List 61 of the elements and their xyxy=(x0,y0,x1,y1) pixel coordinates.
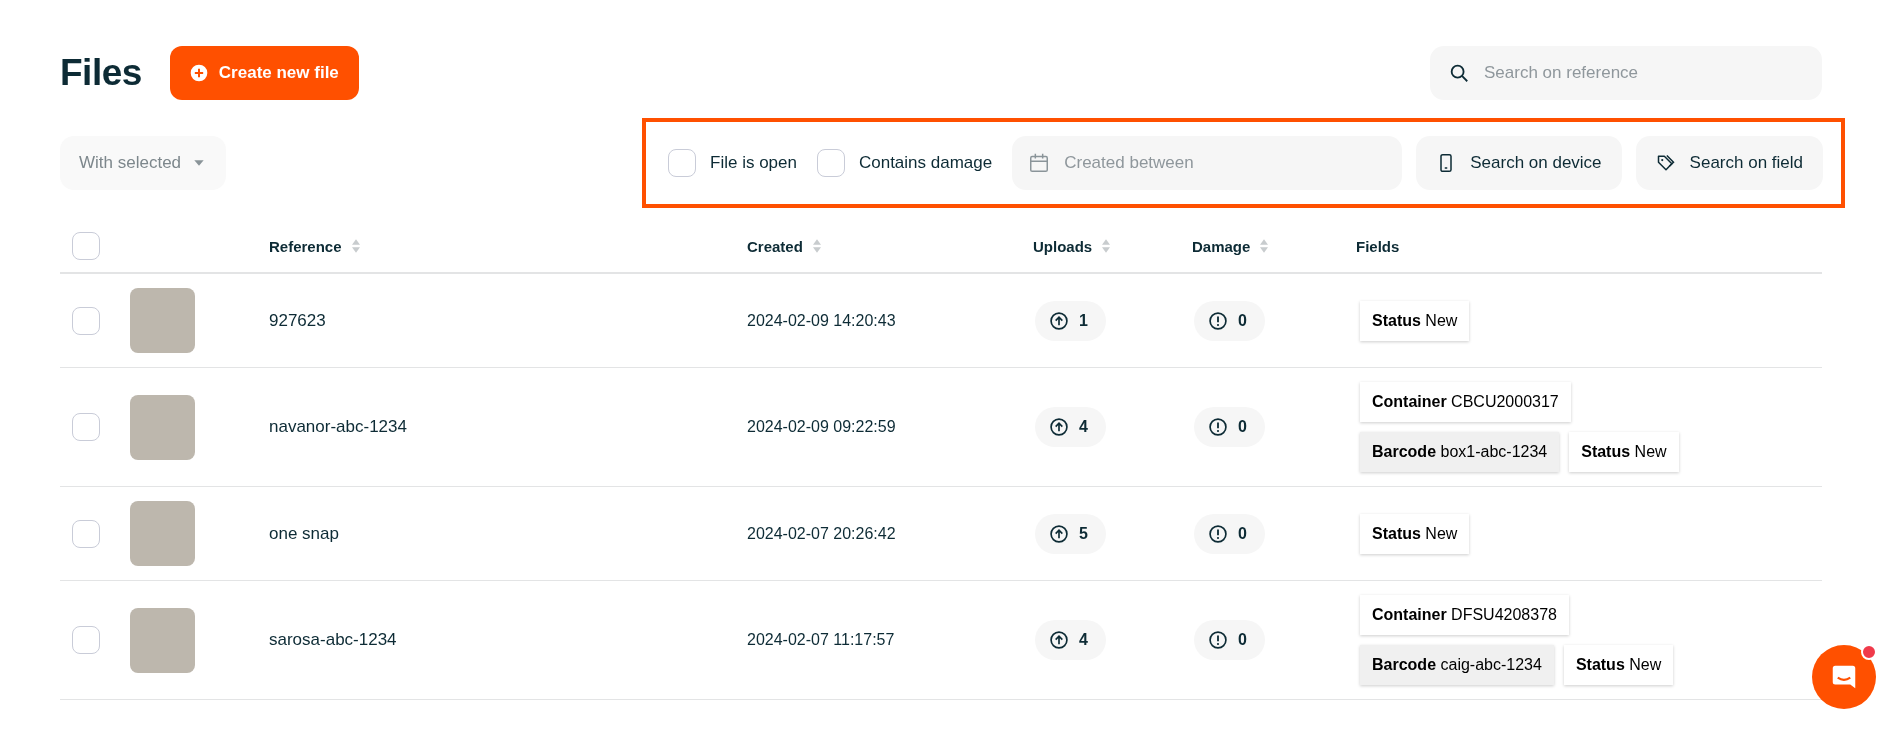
search-field[interactable]: Search on reference xyxy=(1430,46,1822,100)
file-reference[interactable]: navanor-abc-1234 xyxy=(269,417,747,437)
checkbox[interactable] xyxy=(72,232,100,260)
file-reference[interactable]: 927623 xyxy=(269,310,747,331)
upload-icon xyxy=(1049,630,1069,650)
damage-count: 0 xyxy=(1194,407,1265,447)
field-tag: Barcode box1-abc-1234 xyxy=(1360,432,1560,472)
checkbox-label[interactable]: File is open xyxy=(710,153,797,173)
checkbox[interactable] xyxy=(72,306,100,335)
upload-icon xyxy=(1049,523,1069,544)
column-header[interactable]: Fields xyxy=(1356,237,1400,255)
upload-count: 4 xyxy=(1035,620,1106,660)
alert-icon xyxy=(1208,417,1228,437)
field-search-button[interactable]: Search on field xyxy=(1635,136,1823,190)
field-tag: Status New xyxy=(1360,513,1470,554)
calendar-icon xyxy=(1028,152,1051,174)
photo-placeholder xyxy=(130,501,195,566)
device-search-button[interactable]: Search on device xyxy=(1416,136,1622,190)
alert-icon xyxy=(1208,630,1228,650)
upload-count: 1 xyxy=(1035,300,1106,341)
alert-icon xyxy=(1208,523,1228,544)
photo-placeholder xyxy=(130,288,195,353)
page-title: Files xyxy=(60,52,142,94)
field-tag: Container DFSU4208378 xyxy=(1360,595,1569,635)
field-tag: Status New xyxy=(1563,645,1674,685)
damage-count: 0 xyxy=(1194,300,1265,341)
upload-icon xyxy=(1049,417,1069,437)
search-icon xyxy=(1448,62,1470,84)
checkbox[interactable] xyxy=(816,149,845,177)
damage-count: 0 xyxy=(1194,513,1265,554)
tag-icon xyxy=(1655,153,1676,173)
field-tag: Container CBCU2000317 xyxy=(1360,382,1571,422)
column-header[interactable]: Created xyxy=(747,237,803,255)
checkbox[interactable] xyxy=(72,626,100,654)
field-tag: Status New xyxy=(1569,432,1679,472)
checkbox[interactable] xyxy=(668,149,696,177)
chat-button[interactable] xyxy=(1812,645,1876,709)
upload-icon xyxy=(1049,310,1069,331)
file-reference[interactable]: one snap xyxy=(269,523,747,544)
plus-circle-icon xyxy=(188,63,209,83)
bulk-action-dropdown[interactable]: With selected xyxy=(60,136,227,190)
column-header[interactable]: Reference xyxy=(269,237,342,255)
date-range-field[interactable]: Created between xyxy=(1012,136,1403,190)
field-tag: Status New xyxy=(1360,300,1470,341)
column-header[interactable]: Uploads xyxy=(1033,237,1093,255)
created-date: 2024-02-09 09:22:59 xyxy=(747,418,897,436)
damage-count: 0 xyxy=(1194,620,1265,660)
checkbox[interactable] xyxy=(72,519,100,548)
upload-count: 5 xyxy=(1035,513,1106,554)
created-date: 2024-02-07 20:26:42 xyxy=(747,524,897,543)
photo-placeholder xyxy=(130,394,195,460)
checkbox[interactable] xyxy=(72,413,100,441)
upload-count: 4 xyxy=(1035,407,1106,447)
created-date: 2024-02-09 14:20:43 xyxy=(747,311,897,330)
photo-placeholder xyxy=(130,607,195,673)
file-reference[interactable]: sarosa-abc-1234 xyxy=(269,630,747,650)
alert-icon xyxy=(1208,310,1228,331)
column-header[interactable]: Damage xyxy=(1192,237,1251,255)
created-date: 2024-02-07 11:17:57 xyxy=(747,631,896,649)
field-tag: Barcode caig-abc-1234 xyxy=(1360,645,1554,685)
checkbox-label[interactable]: Contains damage xyxy=(858,153,993,173)
